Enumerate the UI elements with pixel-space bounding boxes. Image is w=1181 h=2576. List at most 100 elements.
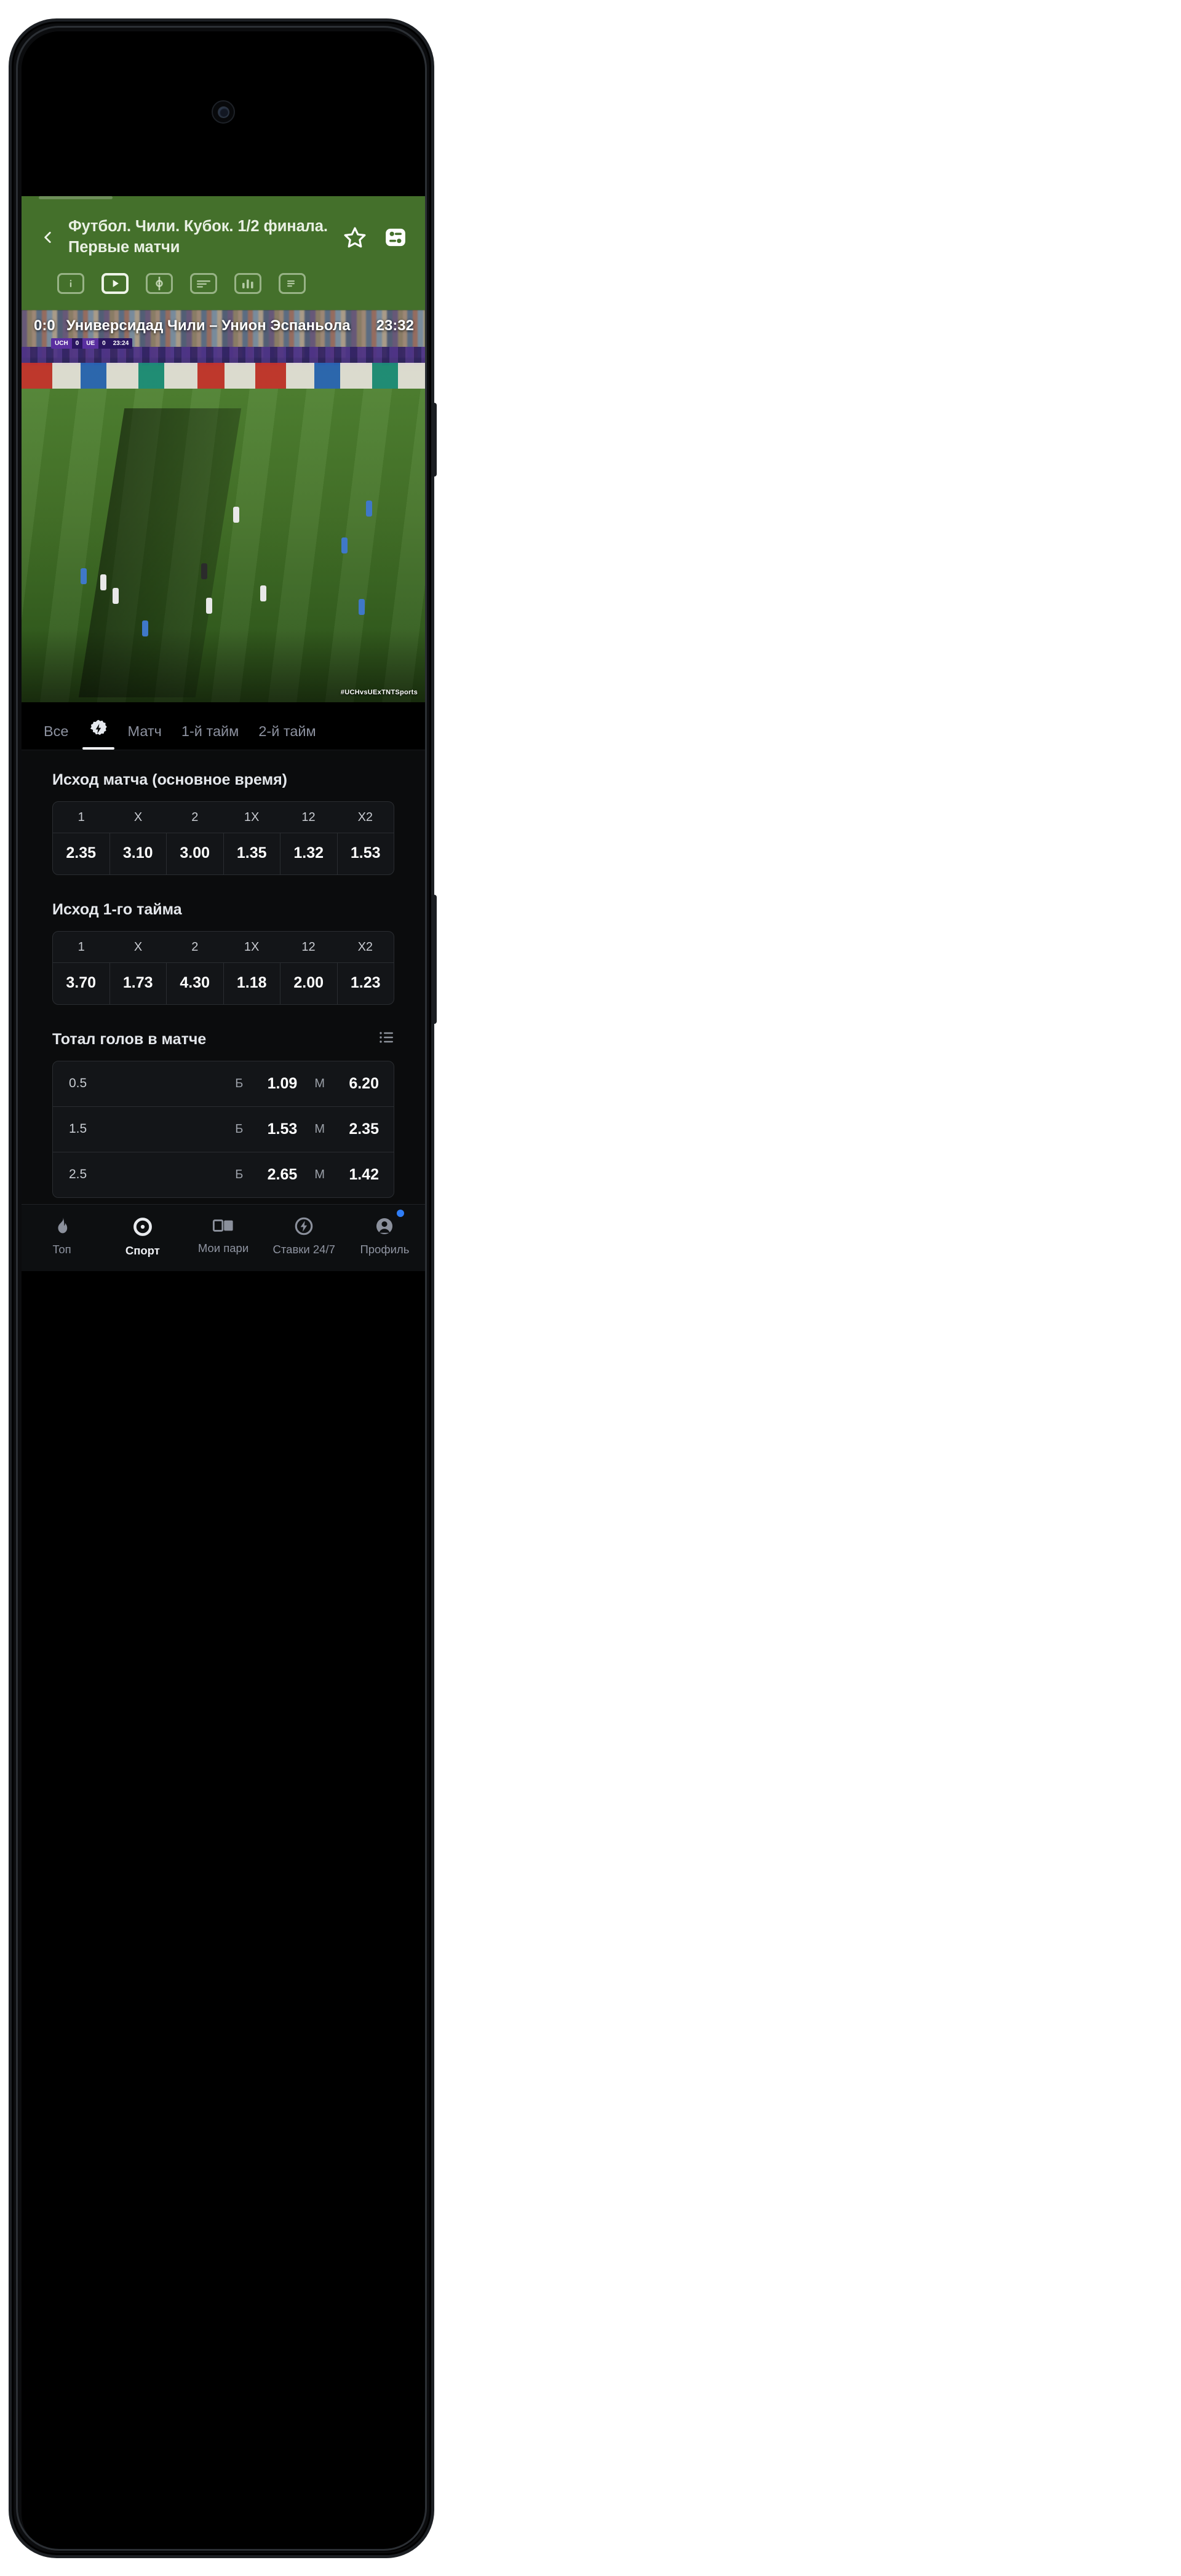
total-over-odd[interactable]: 1.09 — [253, 1075, 298, 1093]
toggles-icon[interactable] — [383, 225, 408, 250]
tab-all[interactable]: Все — [34, 723, 79, 750]
odds-header-row: 1 X 2 1X 12 X2 — [53, 932, 394, 962]
markets-content: Исход матча (основное время) 1 X 2 1X 12… — [22, 750, 425, 1204]
total-line: 1.5 — [69, 1122, 87, 1136]
match-score-overlay: 0:0 Универсидад Чили – Унион Эспаньола 2… — [22, 310, 425, 342]
device-volume-button — [431, 403, 437, 477]
odds-card-outcome-first-half: 1 X 2 1X 12 X2 3.70 1.73 4.30 1.18 2.00 … — [52, 930, 394, 1005]
tab-express[interactable] — [79, 719, 118, 750]
total-under-odd[interactable]: 1.42 — [335, 1166, 379, 1184]
odds-col-12: 12 — [301, 810, 316, 824]
odds-value-row: 3.70 1.73 4.30 1.18 2.00 1.23 — [53, 962, 394, 1004]
lineup-glyph-icon — [197, 280, 210, 288]
total-under-cell[interactable]: М 6.20 — [297, 1075, 379, 1093]
match-section-icons — [22, 264, 425, 305]
broadcast-watermark: #UCHvsUExTNTSports — [340, 688, 418, 696]
field-icon[interactable] — [146, 272, 173, 294]
stats-icon[interactable] — [234, 272, 261, 294]
status-bar-area — [22, 31, 425, 185]
odds-value-x2[interactable]: 1.23 — [336, 962, 394, 1004]
total-line: 2.5 — [69, 1167, 87, 1182]
market-title-outcome-first-half: Исход 1-го тайма — [22, 880, 425, 931]
odds-col-2: 2 — [191, 940, 199, 954]
nav-item-sport[interactable]: Спорт — [102, 1216, 183, 1258]
tab-first-half[interactable]: 1-й тайм — [172, 723, 249, 750]
table-row: 0.5 Б 1.09 М 6.20 — [53, 1061, 394, 1106]
odds-value-2[interactable]: 3.00 — [166, 833, 223, 874]
player-marker — [81, 568, 87, 584]
total-over-label: Б — [235, 1076, 244, 1090]
odds-value-x[interactable]: 1.73 — [109, 962, 167, 1004]
market-title-text: Тотал голов в матче — [52, 1030, 207, 1048]
odds-value-12[interactable]: 2.00 — [280, 962, 337, 1004]
odds-value-row: 2.35 3.10 3.00 1.35 1.32 1.53 — [53, 832, 394, 874]
market-title-text: Исход 1-го тайма — [52, 900, 182, 918]
betting-app: Футбол. Чили. Кубок. 1/2 финала. Первые … — [22, 196, 425, 1287]
odds-col-1x: 1X — [244, 810, 260, 824]
nav-label-sport: Спорт — [125, 1243, 160, 1257]
nav-item-my-bets[interactable]: Мои пари — [183, 1216, 263, 1258]
total-under-cell[interactable]: М 1.42 — [297, 1166, 379, 1184]
phone-screen: Футбол. Чили. Кубок. 1/2 финала. Первые … — [22, 31, 425, 2551]
flame-icon — [58, 1217, 67, 1234]
tab-match[interactable]: Матч — [118, 723, 172, 750]
total-over-cell[interactable]: Б 2.65 — [218, 1166, 297, 1184]
list-view-icon[interactable] — [378, 1031, 394, 1048]
live-video-player[interactable]: UCH 0 UE 0 23:24 0:0 Универсидад Чили – … — [22, 309, 425, 702]
total-over-cell[interactable]: Б 1.09 — [218, 1075, 297, 1093]
nav-item-top[interactable]: Топ — [22, 1216, 102, 1258]
total-under-odd[interactable]: 2.35 — [335, 1120, 379, 1138]
market-tabs: Все Матч 1-й тайм 2-й тайм — [22, 702, 425, 750]
header-top-row: Футбол. Чили. Кубок. 1/2 финала. Первые … — [22, 199, 425, 264]
nav-label-profile: Профиль — [360, 1242, 410, 1256]
total-over-odd[interactable]: 1.53 — [253, 1120, 298, 1138]
market-title-totals: Тотал голов в матче — [22, 1010, 425, 1061]
odds-value-1[interactable]: 2.35 — [53, 833, 109, 874]
chevron-left-icon — [44, 231, 51, 243]
odds-value-2[interactable]: 4.30 — [166, 962, 223, 1004]
odds-value-1x[interactable]: 1.18 — [223, 962, 280, 1004]
player-marker — [142, 620, 148, 636]
back-button[interactable] — [31, 221, 65, 254]
odds-col-x2: X2 — [357, 940, 373, 954]
video-icon[interactable] — [101, 272, 129, 294]
odds-value-x2[interactable]: 1.53 — [336, 833, 394, 874]
market-title-text: Исход матча (основное время) — [52, 771, 288, 788]
info-icon[interactable] — [57, 272, 84, 294]
play-triangle-icon — [113, 279, 119, 287]
odds-value-12[interactable]: 1.32 — [280, 833, 337, 874]
odds-col-x2: X2 — [357, 810, 373, 824]
total-over-label: Б — [235, 1122, 244, 1136]
total-under-cell[interactable]: М 2.35 — [297, 1120, 379, 1138]
pitch-side-advertising — [22, 362, 425, 389]
star-icon[interactable] — [343, 225, 367, 250]
lineup-icon[interactable] — [190, 272, 217, 294]
match-teams: Универсидад Чили – Унион Эспаньола — [66, 317, 351, 334]
total-under-label: М — [314, 1122, 325, 1136]
review-icon[interactable] — [279, 272, 306, 294]
pitch-glyph-icon — [156, 276, 163, 290]
nav-label-top: Топ — [52, 1242, 71, 1256]
odds-value-1x[interactable]: 1.35 — [223, 833, 280, 874]
nav-item-bets-247[interactable]: Ставки 24/7 — [264, 1216, 344, 1258]
match-time: 23:32 — [376, 317, 414, 334]
player-marker — [260, 585, 266, 601]
front-camera-icon — [212, 100, 235, 124]
ticket-icon — [212, 1219, 233, 1232]
match-score: 0:0 — [34, 317, 55, 334]
odds-col-x: X — [133, 940, 143, 954]
total-over-cell[interactable]: Б 1.53 — [218, 1120, 297, 1138]
player-marker — [100, 574, 106, 590]
bars-glyph-icon — [242, 279, 253, 288]
tab-second-half[interactable]: 2-й тайм — [249, 723, 325, 750]
total-line: 0.5 — [69, 1076, 87, 1091]
total-over-odd[interactable]: 2.65 — [253, 1166, 298, 1184]
odds-value-x[interactable]: 3.10 — [109, 833, 167, 874]
player-marker — [359, 598, 365, 615]
list-view-glyph-icon — [380, 1032, 393, 1043]
odds-value-1[interactable]: 3.70 — [53, 963, 109, 1004]
player-marker — [113, 587, 119, 604]
nav-item-profile[interactable]: Профиль — [344, 1209, 425, 1258]
target-icon — [133, 1217, 152, 1236]
total-under-odd[interactable]: 6.20 — [335, 1075, 379, 1093]
